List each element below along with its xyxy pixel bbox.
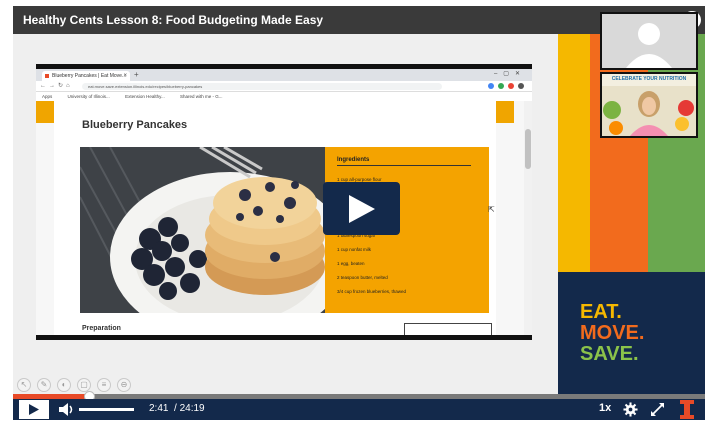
page-scrollbar (524, 101, 532, 335)
playback-speed-button[interactable]: 1x (599, 402, 611, 414)
scroll-thumb (525, 129, 531, 169)
logo-line-save: SAVE. (580, 343, 639, 365)
video-title: Healthy Cents Lesson 8: Food Budgeting M… (23, 13, 324, 27)
highlight-tool-icon[interactable]: ◐ (57, 378, 71, 392)
duration: / 24:19 (174, 403, 205, 414)
play-button[interactable] (19, 400, 49, 419)
annotation-toolbar: ↖ ✎ ◐ ▢ ≡ ⊖ (17, 378, 131, 392)
ingredient-item: 1 egg, beaten (337, 261, 365, 266)
volume-icon[interactable] (59, 402, 75, 417)
user-avatar-icon (602, 14, 696, 68)
right-sidebar: CELEBRATE YOUR NUTRITION EAT. MOVE. SAVE… (558, 12, 705, 394)
play-icon (349, 195, 375, 223)
recipe-page: Blueberry Pancakes Ingredients 1 cup all… (36, 101, 532, 335)
embedded-browser-screenshot: Blueberry Pancakes | Eat Move... × + –▢✕… (36, 64, 532, 340)
text-tool-icon[interactable]: ≡ (97, 378, 111, 392)
current-time: 2:41 (149, 403, 169, 414)
shape-tool-icon[interactable]: ▢ (77, 378, 91, 392)
browser-tab: Blueberry Pancakes | Eat Move... × (42, 71, 130, 81)
browser-url: eat.move.save.extension.illinois.edu/rec… (82, 83, 442, 90)
pointer-tool-icon[interactable]: ↖ (17, 378, 31, 392)
ingredient-item: 2 teaspoon butter, melted (337, 275, 388, 280)
pen-tool-icon[interactable]: ✎ (37, 378, 51, 392)
bookmark-item: Extension Healthy... (125, 94, 165, 99)
video-player: Healthy Cents Lesson 8: Food Budgeting M… (13, 6, 705, 420)
browser-tab-title: Blueberry Pancakes | Eat Move... (52, 73, 127, 79)
preparation-heading: Preparation (82, 325, 121, 332)
browser-extension-icons (488, 83, 524, 89)
ingredient-item: 3/4 cup frozen blueberries, thawed (337, 289, 407, 294)
bookmark-item: Apps (42, 94, 53, 99)
favicon-icon (45, 74, 49, 78)
time-display: 2:41 / 24:19 (149, 403, 205, 414)
bookmark-item: Shared with me - G... (180, 94, 223, 99)
webcam-banner: CELEBRATE YOUR NUTRITION (611, 76, 687, 82)
logo-line-eat: EAT. (580, 301, 622, 323)
tab-close-icon: × (123, 73, 127, 79)
slide-area: Blueberry Pancakes | Eat Move... × + –▢✕… (13, 34, 558, 394)
webcam-placeholder (600, 12, 698, 70)
bookmark-item: University of Illinois... (67, 94, 110, 99)
presenter-webcam: CELEBRATE YOUR NUTRITION (600, 72, 698, 138)
illinois-logo-icon (680, 400, 694, 419)
window-controls-icon: –▢✕ (493, 71, 526, 77)
logo-line-move: MOVE. (580, 322, 645, 344)
page-accent-right (496, 101, 514, 123)
eat-move-save-logo: EAT. MOVE. SAVE. (580, 302, 700, 365)
gear-icon[interactable] (623, 402, 638, 417)
fullscreen-icon[interactable] (651, 403, 664, 416)
control-bar: 2:41 / 24:19 1x (13, 399, 705, 420)
ingredients-heading: Ingredients (337, 157, 471, 166)
yellow-stripe (558, 34, 590, 272)
browser-bookmarks-bar: Apps University of Illinois... Extension… (36, 92, 532, 101)
pancake-photo (80, 147, 325, 313)
recipe-title: Blueberry Pancakes (82, 119, 188, 131)
print-recipe-box (404, 323, 492, 335)
play-button-large[interactable] (323, 182, 400, 235)
play-icon (29, 404, 39, 415)
ingredient-item: 1 cup nonfat milk (337, 247, 372, 252)
new-tab-icon: + (134, 70, 139, 79)
page-accent-left (36, 101, 54, 123)
browser-address-bar: ←→↻⌂ eat.move.save.extension.illinois.ed… (36, 81, 532, 92)
mouse-cursor-icon: ⇱ (488, 205, 495, 214)
recipe-content: Blueberry Pancakes Ingredients 1 cup all… (54, 101, 496, 335)
browser-nav-icons: ←→↻⌂ (40, 83, 73, 89)
clear-tool-icon[interactable]: ⊖ (117, 378, 131, 392)
browser-tab-strip: Blueberry Pancakes | Eat Move... × + –▢✕ (36, 69, 532, 81)
volume-slider[interactable] (79, 408, 134, 411)
